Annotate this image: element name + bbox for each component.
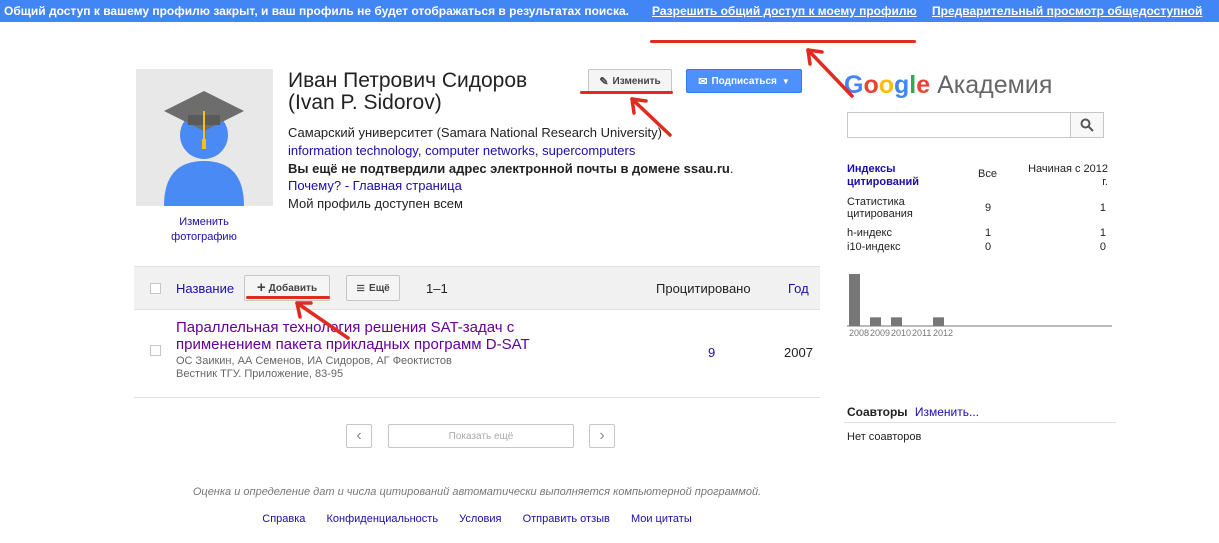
- sort-by-title[interactable]: Название: [176, 281, 234, 296]
- search-icon: [1080, 118, 1094, 132]
- footer-link-feedback[interactable]: Отправить отзыв: [523, 513, 610, 525]
- chevron-left-icon: ‹: [356, 427, 362, 444]
- article-authors: ОС Заикин, АА Семенов, ИА Сидоров, АГ Фе…: [176, 355, 452, 367]
- why-link[interactable]: Почему?: [288, 178, 341, 193]
- google-wordmark: Google: [844, 71, 931, 99]
- highlight-underline-edit: [580, 91, 673, 94]
- chevron-right-icon: ›: [599, 427, 605, 444]
- profile-name-en: (Ivan P. Sidorov): [288, 91, 442, 114]
- more-actions-label: Ещё: [369, 282, 390, 294]
- affiliation: Самарский университет (Samara National R…: [288, 125, 662, 140]
- article-cited-count[interactable]: 9: [708, 345, 715, 360]
- email-warning-text: Вы ещё не подтвердили адрес электронной …: [288, 161, 730, 176]
- coauthors-section-header: Соавторы Изменить...: [847, 405, 979, 419]
- no-coauthors-text: Нет соавторов: [847, 431, 922, 443]
- show-more-button[interactable]: Показать ещё: [388, 424, 574, 448]
- articles-table-header: Название + Добавить ≡ Ещё 1–1 Процитиров…: [134, 266, 820, 310]
- metrics-header-label[interactable]: Индексы цитирований: [847, 163, 947, 189]
- footer-link-terms[interactable]: Условия: [459, 513, 501, 525]
- article-title-link[interactable]: Параллельная технология решения SAT-зада…: [176, 319, 530, 353]
- citations-chart: 2008 2009 2010 2011 2012: [847, 274, 1112, 338]
- chevron-down-icon: ▼: [781, 76, 790, 86]
- allow-public-access-link[interactable]: Разрешить общий доступ к моему профилю: [652, 0, 917, 22]
- prev-page-button[interactable]: ‹: [346, 424, 372, 448]
- coauthors-title: Соавторы: [847, 405, 908, 419]
- email-warning-end: .: [729, 161, 734, 176]
- envelope-icon: ✉: [698, 75, 708, 88]
- preview-public-profile-link[interactable]: Предварительный просмотр общедоступной: [932, 0, 1202, 22]
- footer-note: Оценка и определение дат и числа цитиров…: [192, 486, 762, 498]
- chart-bar-2008: [849, 274, 860, 326]
- highlight-underline-add: [246, 296, 330, 299]
- article-title-line: Параллельная технология решения SAT-зада…: [176, 319, 515, 336]
- metrics-row-all: 0: [985, 241, 992, 253]
- next-page-button[interactable]: ›: [589, 424, 615, 448]
- edit-profile-label: Изменить: [612, 75, 661, 87]
- more-actions-button[interactable]: ≡ Ещё: [346, 275, 400, 301]
- metrics-row-since: 1: [1099, 202, 1106, 214]
- metrics-row-since: 1: [1099, 227, 1106, 239]
- profile-name: Иван Петрович Сидоров (Ivan P. Sidorov): [288, 70, 527, 114]
- pencil-icon: ✎: [599, 75, 609, 88]
- coauthors-edit-link[interactable]: Изменить...: [915, 405, 979, 419]
- privacy-notice-bar: Общий доступ к вашему профилю закрыт, и …: [0, 0, 1219, 22]
- change-photo-link[interactable]: Изменить фотографию: [148, 215, 260, 245]
- sort-by-year[interactable]: Год: [788, 281, 809, 296]
- article-venue: Вестник ТГУ. Приложение, 83-95: [176, 368, 344, 380]
- profile-visibility: Мой профиль доступен всем: [288, 196, 463, 211]
- metrics-header-all: Все: [978, 168, 997, 180]
- menu-icon: ≡: [356, 279, 366, 297]
- chart-bar-2009: [870, 317, 881, 326]
- metrics-row-all: 9: [985, 202, 992, 214]
- interest-link[interactable]: computer networks: [425, 143, 535, 158]
- profile-photo[interactable]: [136, 69, 273, 206]
- follow-label: Подписаться: [711, 75, 777, 87]
- select-all-checkbox[interactable]: [150, 283, 161, 294]
- plus-icon: +: [256, 279, 266, 296]
- privacy-notice-text: Общий доступ к вашему профилю закрыт, и …: [4, 4, 629, 18]
- metrics-row-all: 1: [985, 227, 992, 239]
- footer-link-help[interactable]: Справка: [262, 513, 305, 525]
- articles-range: 1–1: [426, 281, 448, 296]
- footer-links: Справка Конфиденциальность Условия Отпра…: [134, 513, 820, 525]
- chart-tick-label: 2011: [912, 328, 931, 338]
- homepage-link[interactable]: Главная страница: [353, 178, 462, 193]
- sort-by-cited[interactable]: Процитировано: [656, 281, 751, 296]
- scholar-wordmark: Академия: [937, 71, 1053, 99]
- table-row: Параллельная технология решения SAT-зада…: [134, 310, 820, 398]
- interests: information technology, computer network…: [288, 143, 636, 158]
- edit-profile-button[interactable]: ✎ Изменить: [588, 69, 672, 93]
- chart-bar-2010: [891, 317, 902, 326]
- row-checkbox[interactable]: [150, 345, 161, 356]
- email-warning: Вы ещё не подтвердили адрес электронной …: [288, 161, 733, 176]
- show-more-label: Показать ещё: [448, 430, 514, 442]
- highlight-underline: [650, 40, 916, 43]
- add-article-label: Добавить: [268, 282, 318, 294]
- profile-name-ru: Иван Петрович Сидоров: [288, 69, 528, 92]
- interest-link[interactable]: information technology: [288, 143, 418, 158]
- footer-link-privacy[interactable]: Конфиденциальность: [326, 513, 438, 525]
- article-year: 2007: [784, 345, 813, 360]
- metrics-header-since: Начиная с 2012 г.: [1028, 163, 1108, 188]
- interest-link[interactable]: supercomputers: [542, 143, 635, 158]
- metrics-row-since: 0: [1099, 241, 1106, 253]
- chart-bar-2012: [933, 317, 944, 326]
- search-input[interactable]: [847, 112, 1071, 138]
- metrics-row-label: h-индекс: [847, 227, 892, 239]
- chart-tick-label: 2012: [933, 328, 953, 338]
- footer-link-my-citations[interactable]: Мои цитаты: [631, 513, 692, 525]
- article-title-line: применением пакета прикладных программ D…: [176, 336, 530, 353]
- avatar-icon: [164, 91, 244, 206]
- chart-tick-label: 2009: [870, 328, 890, 338]
- metrics-row-label: Статистика цитирования: [847, 196, 913, 220]
- metrics-row-label: i10-индекс: [847, 241, 901, 253]
- separator: -: [341, 178, 353, 193]
- search-button[interactable]: [1070, 112, 1104, 138]
- chart-tick-label: 2010: [891, 328, 911, 338]
- divider: [844, 422, 1116, 423]
- scholar-logo[interactable]: Google Академия: [844, 70, 1052, 100]
- follow-button[interactable]: ✉ Подписаться ▼: [686, 69, 802, 93]
- chart-tick-label: 2008: [849, 328, 869, 338]
- verify-links: Почему? - Главная страница: [288, 178, 462, 193]
